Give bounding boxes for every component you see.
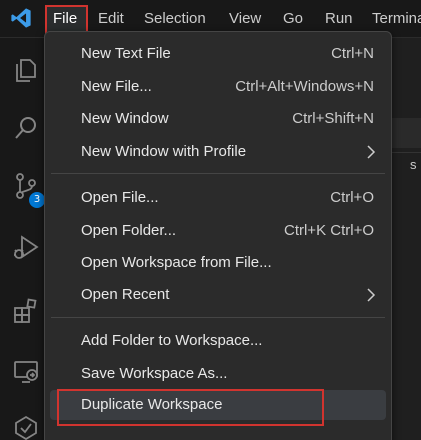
menu-item-label: New Window <box>81 110 169 127</box>
menu-item-shortcut: Ctrl+Alt+Windows+N <box>235 78 374 95</box>
extensions-icon[interactable] <box>12 297 40 325</box>
vscode-logo-icon <box>11 8 31 28</box>
menu-item-label: New Window with Profile <box>81 143 247 160</box>
menu-item-open-file[interactable]: Open File... Ctrl+O <box>50 183 386 213</box>
menu-item-add-folder-to-workspace[interactable]: Add Folder to Workspace... <box>50 326 386 356</box>
remote-explorer-icon[interactable] <box>12 358 40 386</box>
duplicate-workspace-highlight <box>57 389 324 426</box>
menu-item-label: New File... <box>81 78 152 95</box>
menu-item-shortcut: Ctrl+O <box>330 189 374 206</box>
menu-item-open-recent[interactable]: Open Recent <box>50 280 386 310</box>
explorer-icon[interactable] <box>12 56 40 84</box>
menu-item-shortcut: Ctrl+Shift+N <box>292 110 374 127</box>
menu-item-new-window-with-profile[interactable]: New Window with Profile <box>50 137 386 167</box>
menu-item-open-folder[interactable]: Open Folder... Ctrl+K Ctrl+O <box>50 216 386 246</box>
editor-tab-edge[interactable] <box>392 118 421 148</box>
activity-bar: 3 <box>0 38 46 440</box>
editor-edge-text: s <box>410 157 417 172</box>
file-menu-dropdown: New Text File Ctrl+N New File... Ctrl+Al… <box>44 31 392 440</box>
menu-item-label: Add Folder to Workspace... <box>81 332 263 349</box>
menu-item-label: Open File... <box>81 189 159 206</box>
menu-item-open-workspace-from-file[interactable]: Open Workspace from File... <box>50 248 386 278</box>
vscode-window: File Edit Selection View Go Run Terminal… <box>0 0 421 440</box>
menu-item-new-text-file[interactable]: New Text File Ctrl+N <box>50 39 386 69</box>
menu-item-shortcut: Ctrl+K Ctrl+O <box>283 222 374 239</box>
menu-item-new-window[interactable]: New Window Ctrl+Shift+N <box>50 104 386 134</box>
chevron-right-icon <box>367 145 376 159</box>
menu-item-save-workspace-as[interactable]: Save Workspace As... <box>50 359 386 389</box>
accounts-icon[interactable] <box>12 414 40 440</box>
menu-item-label: Save Workspace As... <box>81 365 228 382</box>
menu-item-new-file[interactable]: New File... Ctrl+Alt+Windows+N <box>50 72 386 102</box>
menu-separator <box>51 173 385 174</box>
menu-item-shortcut: Ctrl+N <box>331 45 374 62</box>
menu-separator <box>51 317 385 318</box>
menu-item-label: Open Workspace from File... <box>81 254 272 271</box>
menu-item-label: New Text File <box>81 45 171 62</box>
menu-item-label: Open Folder... <box>81 222 177 239</box>
search-icon[interactable] <box>12 114 40 142</box>
source-control-badge: 3 <box>29 192 45 208</box>
chevron-right-icon <box>367 288 376 302</box>
menu-item-label: Open Recent <box>81 286 170 303</box>
run-debug-icon[interactable] <box>12 234 40 262</box>
